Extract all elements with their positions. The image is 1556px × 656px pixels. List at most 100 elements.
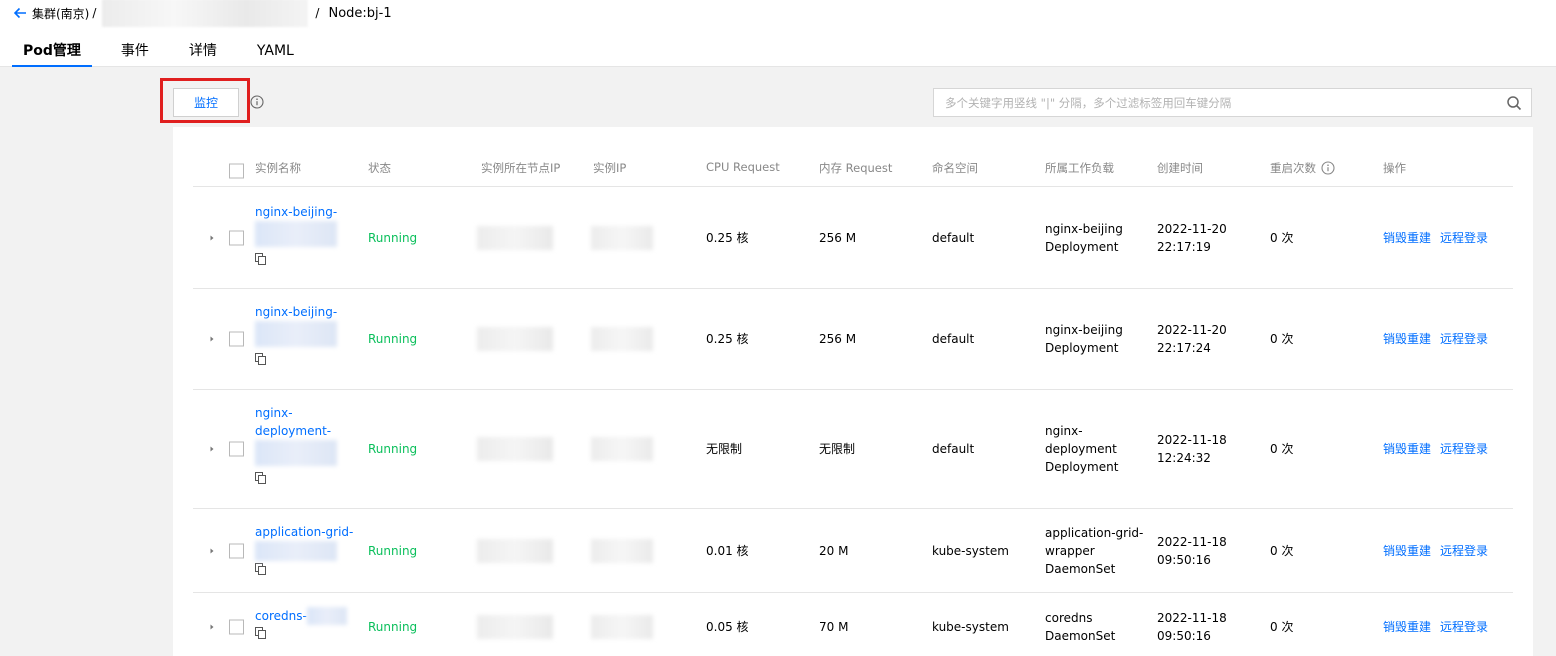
tab-yaml[interactable]: YAML	[246, 40, 305, 67]
breadcrumb: 集群(南京) / / Node:bj-1	[12, 0, 392, 27]
pod-name-cell: nginx-beijing-	[255, 203, 337, 265]
help-icon[interactable]	[1321, 161, 1335, 175]
created-clock: 12:24:32	[1157, 451, 1211, 465]
info-icon[interactable]	[250, 95, 264, 109]
row-checkbox[interactable]	[229, 441, 244, 457]
row-actions: 销毁重建 远程登录	[1383, 618, 1497, 636]
row-checkbox[interactable]	[229, 331, 244, 347]
workload-kind: DaemonSet	[1045, 628, 1116, 643]
remote-login-link[interactable]: 远程登录	[1440, 231, 1488, 245]
copy-icon[interactable]	[255, 253, 267, 265]
destroy-rebuild-link[interactable]: 销毁重建	[1383, 442, 1431, 456]
tab-details[interactable]: 详情	[178, 40, 228, 67]
memory-request: 256 M	[819, 230, 857, 245]
created-date: 2022-11-18	[1157, 610, 1227, 625]
tab-events[interactable]: 事件	[110, 40, 160, 67]
created-clock: 09:50:16	[1157, 552, 1211, 567]
col-cpu-request: CPU Request	[706, 160, 780, 174]
copy-icon[interactable]	[255, 472, 267, 484]
expand-row-icon[interactable]	[208, 623, 216, 631]
col-namespace: 命名空间	[932, 161, 978, 175]
pod-name-cell: nginx- deployment-	[255, 404, 337, 484]
cpu-request: 0.25 核	[706, 332, 749, 346]
remote-login-link[interactable]: 远程登录	[1440, 332, 1488, 346]
destroy-rebuild-link[interactable]: 销毁重建	[1383, 332, 1431, 346]
pod-status: Running	[368, 230, 418, 245]
select-all-checkbox[interactable]	[229, 163, 244, 179]
table-header: 实例名称 状态 实例所在节点IP 实例IP CPU Request 内存 Req…	[193, 155, 1513, 187]
table-row: coredns- Running 0.05 核 70 M kube-system…	[193, 593, 1513, 656]
pod-name-link[interactable]: coredns-	[255, 607, 307, 625]
created-time: 2022-11-18 12:24:32	[1157, 431, 1227, 467]
created-time: 2022-11-18 09:50:16	[1157, 533, 1227, 569]
node-ip-redacted	[477, 327, 553, 351]
pod-ip-redacted	[591, 614, 653, 639]
search-input[interactable]	[945, 95, 1485, 110]
col-status: 状态	[368, 161, 391, 175]
pod-status: Running	[368, 332, 418, 346]
restart-count: 0 次	[1270, 543, 1294, 558]
copy-icon[interactable]	[255, 627, 267, 639]
row-actions: 销毁重建 远程登录	[1383, 440, 1497, 458]
copy-icon[interactable]	[255, 563, 267, 575]
monitor-button[interactable]: 监控	[173, 88, 239, 117]
pod-status: Running	[368, 442, 418, 456]
remote-login-link[interactable]: 远程登录	[1440, 544, 1488, 558]
created-clock: 09:50:16	[1157, 628, 1211, 643]
row-checkbox[interactable]	[229, 230, 244, 245]
created-time: 2022-11-18 09:50:16	[1157, 609, 1227, 645]
pod-name-link[interactable]: nginx-	[255, 404, 337, 422]
workload-kind: Deployment	[1045, 460, 1119, 474]
pod-name-cell: coredns-	[255, 607, 347, 639]
pod-ip-redacted	[591, 225, 653, 250]
memory-request: 无限制	[819, 442, 856, 456]
pod-status: Running	[368, 619, 418, 634]
col-restarts: 重启次数	[1270, 160, 1335, 176]
back-arrow-icon[interactable]	[12, 5, 28, 21]
col-restarts-label: 重启次数	[1270, 161, 1316, 175]
node-ip-redacted	[477, 538, 553, 563]
restart-count: 0 次	[1270, 332, 1294, 346]
table-row: nginx-beijing- Running 0.25 核 256 M defa…	[193, 289, 1513, 390]
tab-pod-management[interactable]: Pod管理	[12, 40, 92, 67]
namespace: kube-system	[932, 543, 1009, 558]
workload-name: nginx-	[1045, 424, 1083, 438]
workload: application-grid- wrapper DaemonSet	[1045, 524, 1143, 578]
pod-name-link[interactable]: application-grid-	[255, 523, 353, 541]
search-box	[933, 88, 1532, 117]
pod-name-link[interactable]: nginx-beijing-	[255, 203, 337, 221]
pod-name-redacted	[255, 440, 337, 466]
search-icon[interactable]	[1506, 95, 1522, 111]
row-actions: 销毁重建 远程登录	[1383, 330, 1497, 348]
workload-kind: Deployment	[1045, 341, 1119, 355]
col-pod-ip: 实例IP	[593, 161, 627, 175]
pod-name-link[interactable]: nginx-beijing-	[255, 303, 337, 321]
destroy-rebuild-link[interactable]: 销毁重建	[1383, 231, 1431, 245]
breadcrumb-cluster[interactable]: 集群(南京)	[32, 5, 89, 22]
pod-name-cell: application-grid-	[255, 523, 353, 575]
pod-name-redacted	[255, 321, 337, 347]
expand-row-icon[interactable]	[208, 234, 216, 242]
node-ip-redacted	[477, 225, 553, 250]
row-checkbox[interactable]	[229, 619, 244, 634]
expand-row-icon[interactable]	[208, 445, 216, 453]
remote-login-link[interactable]: 远程登录	[1440, 620, 1488, 634]
created-date: 2022-11-18	[1157, 433, 1227, 447]
cpu-request: 无限制	[706, 442, 743, 456]
col-node-ip: 实例所在节点IP	[481, 161, 561, 175]
expand-row-icon[interactable]	[208, 547, 216, 555]
destroy-rebuild-link[interactable]: 销毁重建	[1383, 544, 1431, 558]
destroy-rebuild-link[interactable]: 销毁重建	[1383, 620, 1431, 634]
namespace: default	[932, 442, 975, 456]
table-row: nginx-beijing- Running 0.25 核 256 M defa…	[193, 187, 1513, 289]
workload-kind: DaemonSet	[1045, 561, 1116, 576]
expand-row-icon[interactable]	[208, 335, 216, 343]
pod-name-link[interactable]: deployment-	[255, 422, 337, 440]
breadcrumb-separator: /	[92, 6, 97, 20]
pod-ip-redacted	[591, 538, 653, 563]
copy-icon[interactable]	[255, 353, 267, 365]
breadcrumb-current: Node:bj-1	[328, 5, 392, 21]
namespace: default	[932, 332, 975, 346]
remote-login-link[interactable]: 远程登录	[1440, 442, 1488, 456]
row-checkbox[interactable]	[229, 543, 244, 558]
